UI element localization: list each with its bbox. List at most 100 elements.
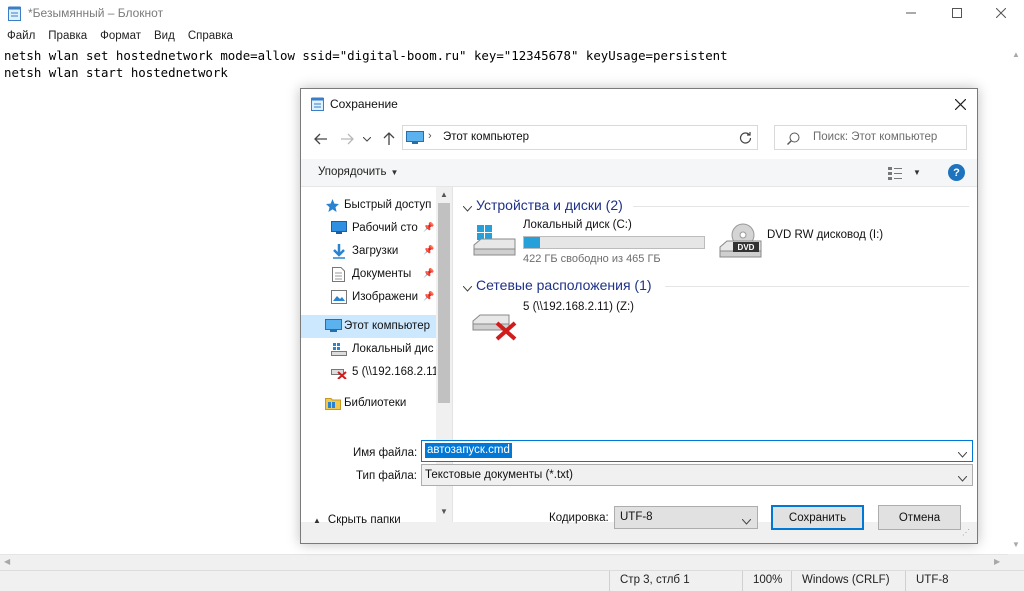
minimize-icon <box>906 12 916 14</box>
encoding-value: UTF-8 <box>620 511 653 523</box>
refresh-button[interactable] <box>733 125 758 150</box>
maximize-button[interactable] <box>934 0 980 26</box>
refresh-icon <box>739 132 751 144</box>
tree-item-documents[interactable]: Документы 📌 <box>301 263 436 286</box>
chevron-down-icon <box>462 281 473 295</box>
save-button[interactable]: Сохранить <box>771 505 864 530</box>
computer-icon <box>325 319 342 334</box>
minimize-button[interactable] <box>888 0 934 26</box>
help-button[interactable]: ? <box>948 164 965 181</box>
filename-value: автозапуск.cmd <box>425 443 512 458</box>
tree-item-local-disk[interactable]: Локальный дис <box>301 338 436 361</box>
hide-folders-label: Скрыть папки <box>327 514 401 526</box>
status-line-ending: Windows (CRLF) <box>791 571 905 591</box>
pin-icon: 📌 <box>423 291 435 301</box>
cancel-button[interactable]: Отмена <box>878 505 961 530</box>
hide-folders-button[interactable]: ▲ Скрыть папки <box>313 514 401 526</box>
windows-drive-icon <box>473 223 517 262</box>
menu-help[interactable]: Справка <box>181 28 239 48</box>
drive-name: DVD RW дисковод (I:) <box>767 229 884 241</box>
chevron-down-icon <box>462 201 473 215</box>
scroll-left-icon[interactable]: ◀ <box>4 557 10 566</box>
menu-view[interactable]: Вид <box>147 28 181 48</box>
notepad-title-bar: *Безымянный – Блокнот <box>0 0 1024 26</box>
caret-down-icon: ▼ <box>390 168 399 177</box>
notepad-title: *Безымянный – Блокнот <box>28 6 164 20</box>
recent-locations-button[interactable] <box>360 129 374 149</box>
editor-line: netsh wlan start hostednetwork <box>4 65 228 80</box>
status-bar: Стр 3, стлб 1 100% Windows (CRLF) UTF-8 <box>0 570 1024 591</box>
tree-item-libraries[interactable]: Библиотеки <box>301 392 436 415</box>
menu-edit[interactable]: Правка <box>41 28 93 48</box>
command-bar: Упорядочить ▼ ▼ ? <box>301 159 977 187</box>
back-button[interactable] <box>311 129 331 149</box>
drive-network-z[interactable]: 5 (\\192.168.2.11) (Z:) <box>471 299 641 343</box>
tree-item-desktop[interactable]: Рабочий сто 📌 <box>301 217 436 240</box>
dialog-close-button[interactable] <box>949 93 971 115</box>
status-zoom: 100% <box>742 571 791 591</box>
tree-item-label: Изображени <box>352 291 419 303</box>
tree-item-label: Рабочий сто <box>352 222 418 234</box>
status-cursor-position: Стр 3, стлб 1 <box>609 571 742 591</box>
tree-item-label: 5 (\\192.168.2.11 <box>352 366 436 378</box>
horizontal-scrollbar[interactable]: ◀ ▶ <box>0 554 1008 570</box>
scroll-up-icon[interactable]: ▲ <box>440 190 448 199</box>
scroll-thumb[interactable] <box>438 203 450 403</box>
chevron-up-icon: ▲ <box>313 516 321 525</box>
view-details-icon <box>888 167 902 180</box>
encoding-label: Кодировка: <box>549 512 609 524</box>
drive-usage-fill <box>524 237 540 248</box>
filetype-select[interactable]: Текстовые документы (*.txt) <box>421 464 973 486</box>
group-divider <box>633 206 969 207</box>
breadcrumb[interactable]: Этот компьютер <box>443 131 529 143</box>
network-drive-disconnected-icon <box>471 303 519 344</box>
forward-button[interactable] <box>337 129 357 149</box>
tree-item-label: Локальный дис <box>352 343 434 355</box>
resize-grip-icon[interactable]: ⋰ <box>962 528 970 537</box>
filename-input[interactable]: автозапуск.cmd <box>421 440 973 462</box>
organize-button[interactable]: Упорядочить ▼ <box>318 166 398 178</box>
chevron-down-icon[interactable] <box>957 447 968 461</box>
scroll-down-icon[interactable]: ▼ <box>1012 540 1020 549</box>
navigation-bar: › Этот компьютер Поиск: Этот компьютер <box>301 119 977 159</box>
close-icon <box>954 98 966 110</box>
breadcrumb-separator-icon[interactable]: › <box>428 130 432 142</box>
drive-free-space: 422 ГБ свободно из 465 ГБ <box>523 253 661 265</box>
view-menu-caret-icon[interactable]: ▼ <box>913 168 921 177</box>
notepad-window: *Безымянный – Блокнот Файл Правка Формат… <box>0 0 1024 591</box>
scroll-up-icon[interactable]: ▲ <box>1012 50 1020 59</box>
star-icon <box>325 198 341 213</box>
tree-item-this-pc[interactable]: Этот компьютер <box>301 315 436 338</box>
filename-label: Имя файла: <box>353 447 418 459</box>
tree-item-network-drive[interactable]: 5 (\\192.168.2.11 <box>301 361 436 384</box>
tree-item-downloads[interactable]: Загрузки 📌 <box>301 240 436 263</box>
drive-dvd[interactable]: DVD DVD RW дисковод (I:) <box>719 219 919 263</box>
up-button[interactable] <box>379 129 399 149</box>
view-options-button[interactable] <box>887 166 903 183</box>
group-title: Устройства и диски (2) <box>476 197 623 213</box>
documents-icon <box>332 267 348 282</box>
tree-item-pictures[interactable]: Изображени 📌 <box>301 286 436 309</box>
scroll-right-icon[interactable]: ▶ <box>994 557 1000 566</box>
filetype-label: Тип файла: <box>356 470 417 482</box>
encoding-select[interactable]: UTF-8 <box>614 506 758 529</box>
drive-name: 5 (\\192.168.2.11) (Z:) <box>523 301 635 313</box>
address-bar[interactable]: › Этот компьютер <box>402 125 757 150</box>
search-box[interactable]: Поиск: Этот компьютер <box>774 125 967 150</box>
drive-local-c[interactable]: Локальный диск (C:) 422 ГБ свободно из 4… <box>471 219 705 265</box>
menu-format[interactable]: Формат <box>93 28 147 48</box>
arrow-up-icon <box>383 132 395 145</box>
status-encoding: UTF-8 <box>905 571 1024 591</box>
filetype-value: Текстовые документы (*.txt) <box>425 469 573 481</box>
close-window-button[interactable] <box>978 0 1024 26</box>
chevron-down-icon <box>741 514 752 528</box>
computer-icon <box>406 131 424 148</box>
drive-usage-bar <box>523 236 705 249</box>
dialog-title: Сохранение <box>330 97 398 111</box>
tree-item-quick-access[interactable]: Быстрый доступ <box>301 194 436 217</box>
menu-file[interactable]: Файл <box>0 28 41 48</box>
tree-item-label: Быстрый доступ <box>344 199 432 211</box>
search-icon <box>787 132 800 148</box>
scroll-down-icon[interactable]: ▼ <box>440 507 448 516</box>
vertical-scrollbar[interactable]: ▲ ▼ <box>1008 47 1024 554</box>
